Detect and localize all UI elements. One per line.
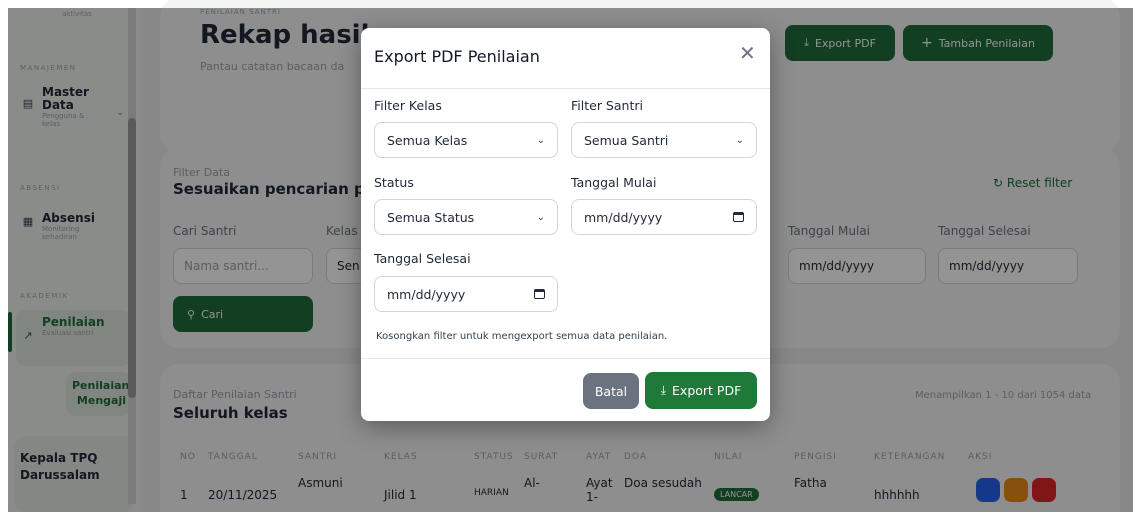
export-pdf-modal: Export PDF Penilaian ✕ Filter Kelas Semu… (361, 28, 770, 421)
export-pdf-submit-button[interactable]: ⤓ Export PDF (645, 372, 757, 409)
calendar-icon[interactable] (534, 289, 545, 299)
tanggal-selesai-input[interactable]: mm/dd/yyyy (374, 276, 558, 312)
modal-footer-divider (361, 358, 770, 359)
tanggal-mulai-input[interactable]: mm/dd/yyyy (571, 199, 757, 235)
filter-kelas-label: Filter Kelas (374, 98, 442, 113)
modal-title: Export PDF Penilaian (374, 47, 540, 66)
tanggal-mulai-label: Tanggal Mulai (571, 175, 657, 190)
filter-kelas-select[interactable]: Semua Kelas ⌄ (374, 122, 558, 158)
filter-santri-label: Filter Santri (571, 98, 643, 113)
cancel-button[interactable]: Batal (583, 373, 639, 409)
chevron-down-icon: ⌄ (536, 134, 545, 146)
calendar-icon[interactable] (733, 212, 744, 222)
download-icon: ⤓ (660, 383, 667, 397)
filter-santri-select[interactable]: Semua Santri ⌄ (571, 122, 757, 158)
modal-hint: Kosongkan filter untuk mengexport semua … (376, 331, 668, 342)
modal-header-divider (361, 88, 770, 89)
chevron-down-icon: ⌄ (735, 134, 744, 146)
status-select[interactable]: Semua Status ⌄ (374, 199, 558, 235)
tanggal-selesai-label: Tanggal Selesai (374, 251, 471, 266)
close-icon[interactable]: ✕ (739, 43, 756, 63)
chevron-down-icon: ⌄ (536, 211, 545, 223)
status-label: Status (374, 175, 414, 190)
